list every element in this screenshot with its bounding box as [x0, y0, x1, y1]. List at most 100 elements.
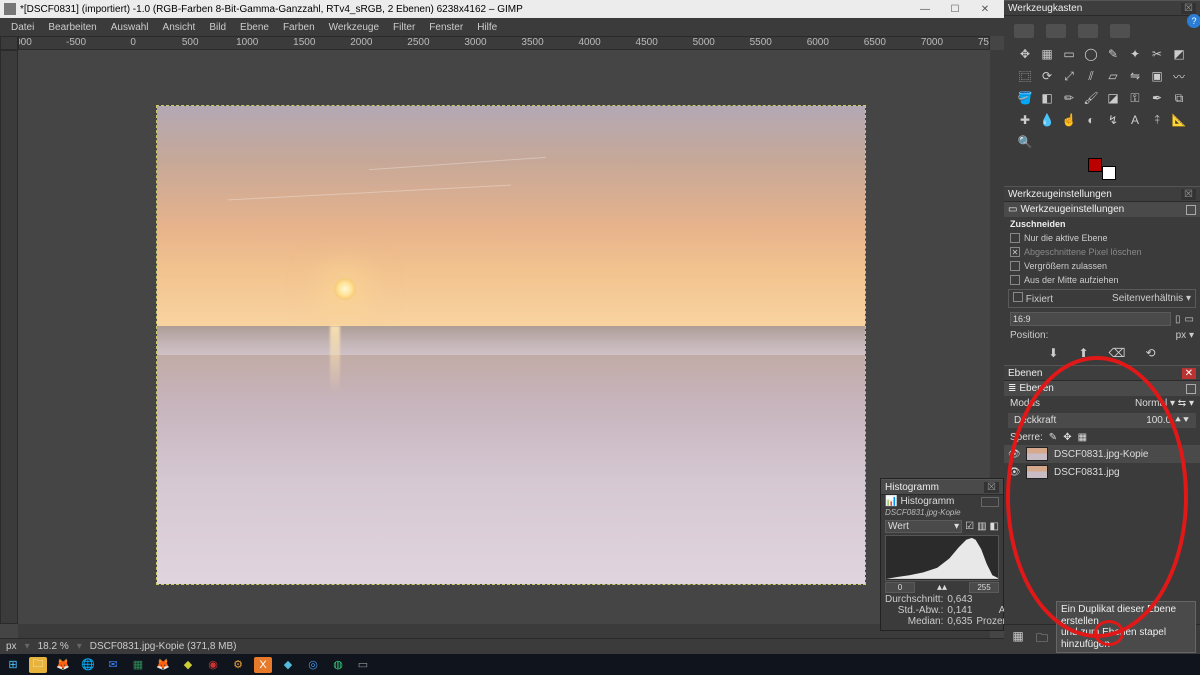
path-tool-icon[interactable]: ↯ [1103, 110, 1123, 130]
layers-close-icon[interactable]: ✕ [1182, 368, 1196, 379]
ruler-vertical[interactable] [0, 50, 18, 624]
menu-bearbeiten[interactable]: Bearbeiten [41, 20, 103, 35]
status-unit[interactable]: px [6, 641, 17, 652]
calc-icon[interactable]: ▦ [129, 657, 147, 673]
pencil-tool-icon[interactable]: ✏ [1059, 88, 1079, 108]
canvas[interactable] [18, 50, 990, 624]
clone-tool-icon[interactable]: ⧉ [1169, 88, 1189, 108]
color-picker-icon[interactable]: ⤉ [1147, 110, 1167, 130]
orientation-portrait-icon[interactable]: ▯ [1175, 314, 1181, 325]
layer-name[interactable]: DSCF0831.jpg-Kopie [1054, 449, 1149, 460]
save-preset-icon[interactable]: ⬇ [1048, 346, 1058, 360]
layer-row[interactable]: 👁 DSCF0831.jpg-Kopie [1004, 445, 1200, 463]
histogram-linear-icon[interactable]: ☑ [965, 521, 974, 532]
histogram-panel[interactable]: Histogramm ☒ 📊 Histogramm DSCF0831.jpg-K… [880, 478, 1004, 631]
close-button[interactable]: ✕ [970, 0, 1000, 18]
lock-position-icon[interactable]: ✥ [1063, 432, 1071, 443]
paintbrush-tool-icon[interactable]: 🖌 [1081, 88, 1101, 108]
opacity-value[interactable]: 100.0 ⯅⯆ [1146, 415, 1190, 426]
lock-alpha-icon[interactable]: ▦ [1078, 432, 1087, 443]
panel-menu-icon[interactable] [1186, 205, 1196, 215]
ruler-horizontal[interactable]: -1000-5000500100015002000250030003500400… [18, 36, 990, 50]
fuzzy-select-tool-icon[interactable]: ✦ [1125, 44, 1145, 64]
histogram-range-lo[interactable] [885, 582, 915, 593]
menu-bild[interactable]: Bild [202, 20, 233, 35]
from-center-checkbox[interactable] [1010, 275, 1020, 285]
cage-tool-icon[interactable]: ▣ [1147, 66, 1167, 86]
new-group-icon[interactable]: 🗀 [1034, 629, 1050, 650]
position-unit-select[interactable]: px ▾ [1176, 330, 1194, 341]
toolbox-tab-icon[interactable] [1078, 24, 1098, 38]
histogram-close-icon[interactable]: ☒ [984, 482, 999, 493]
aspect-ratio-input[interactable] [1010, 312, 1171, 326]
ruler-corner[interactable] [0, 36, 18, 50]
layers-title-bar[interactable]: Ebenen ✕ [1004, 365, 1200, 381]
dodge-tool-icon[interactable]: ◐ [1081, 110, 1101, 130]
crop-tool-icon[interactable]: ⿴ [1015, 66, 1035, 86]
title-bar[interactable]: *[DSCF0831] (importiert) -1.0 (RGB-Farbe… [0, 0, 1004, 18]
eraser-tool-icon[interactable]: ◪ [1103, 88, 1123, 108]
rotate-tool-icon[interactable]: ⟳ [1037, 66, 1057, 86]
tool-options-title[interactable]: Werkzeugeinstellungen ☒ [1004, 186, 1200, 202]
gimp-taskbar-icon[interactable]: 🦊 [154, 657, 172, 673]
histogram-plot[interactable] [885, 535, 999, 581]
orientation-landscape-icon[interactable]: ▭ [1185, 314, 1194, 325]
ellipse-select-tool-icon[interactable]: ◯ [1081, 44, 1101, 64]
toolbox-tab-icon[interactable] [1110, 24, 1130, 38]
fixed-mode-select[interactable]: Seitenverhältnis ▾ [1112, 293, 1191, 304]
warp-tool-icon[interactable]: 〰 [1169, 66, 1189, 86]
toolbox-tab-icon[interactable] [1046, 24, 1066, 38]
delete-preset-icon[interactable]: ⌫ [1109, 346, 1126, 360]
blend-mode-select[interactable]: Normal ▾ ⇆ ▾ [1135, 398, 1194, 409]
bucket-fill-icon[interactable]: 🪣 [1015, 88, 1035, 108]
allow-grow-checkbox[interactable] [1010, 261, 1020, 271]
minimize-button[interactable]: — [910, 0, 940, 18]
histogram-title[interactable]: Histogramm ☒ [881, 479, 1003, 495]
maximize-button[interactable]: ☐ [940, 0, 970, 18]
shear-tool-icon[interactable]: ⫽ [1081, 66, 1101, 86]
histogram-log-icon[interactable]: ▥ [977, 521, 986, 532]
menu-ansicht[interactable]: Ansicht [156, 20, 203, 35]
app-icon[interactable]: ◎ [304, 657, 322, 673]
blur-tool-icon[interactable]: 💧 [1037, 110, 1057, 130]
scrollbar-horizontal[interactable] [18, 624, 990, 638]
menu-farben[interactable]: Farben [276, 20, 322, 35]
flip-tool-icon[interactable]: ⇋ [1125, 66, 1145, 86]
tool-options-close-icon[interactable]: ☒ [1181, 189, 1196, 200]
free-select-tool-icon[interactable]: ✎ [1103, 44, 1123, 64]
ink-tool-icon[interactable]: ✒ [1147, 88, 1167, 108]
app-icon[interactable]: ◆ [179, 657, 197, 673]
bg-color-swatch[interactable] [1102, 166, 1116, 180]
menu-datei[interactable]: Datei [4, 20, 41, 35]
toolbox-tab-icon[interactable] [1014, 24, 1034, 38]
range-slider-icon[interactable]: ▴▴ [915, 582, 969, 593]
histogram-range-hi[interactable] [969, 582, 999, 593]
status-zoom[interactable]: 18.2 % [38, 641, 69, 652]
delete-cropped-checkbox[interactable]: ✕ [1010, 247, 1020, 257]
layers-menu-icon[interactable] [1186, 384, 1196, 394]
visibility-icon[interactable]: 👁 [1008, 449, 1020, 460]
lock-pixels-icon[interactable]: ✎ [1049, 432, 1057, 443]
menu-auswahl[interactable]: Auswahl [104, 20, 156, 35]
tool-options-tab[interactable]: ▭ Werkzeugeinstellungen [1004, 202, 1200, 217]
app-icon[interactable]: ◆ [279, 657, 297, 673]
airbrush-tool-icon[interactable]: ⚿ [1125, 88, 1145, 108]
move-tool-icon[interactable]: ✥ [1015, 44, 1035, 64]
windows-taskbar[interactable]: ⊞ 🗀 🦊 🌐 ✉ ▦ 🦊 ◆ ◉ ⚙ X ◆ ◎ ◍ ▭ [0, 654, 1200, 675]
app-icon[interactable]: X [254, 657, 272, 673]
smudge-tool-icon[interactable]: ☝ [1059, 110, 1079, 130]
layer-row[interactable]: 👁 DSCF0831.jpg [1004, 463, 1200, 481]
image-bounds[interactable] [156, 105, 866, 585]
app-icon[interactable]: ⚙ [229, 657, 247, 673]
menu-werkzeuge[interactable]: Werkzeuge [322, 20, 386, 35]
new-layer-icon[interactable]: ▦ [1010, 629, 1026, 650]
menu-ebene[interactable]: Ebene [233, 20, 276, 35]
app-icon[interactable]: ◍ [329, 657, 347, 673]
scissors-tool-icon[interactable]: ✂ [1147, 44, 1167, 64]
visibility-icon[interactable]: 👁 [1008, 467, 1020, 478]
restore-preset-icon[interactable]: ⬆ [1078, 346, 1088, 360]
menu-filter[interactable]: Filter [386, 20, 422, 35]
histogram-tab[interactable]: 📊 Histogramm [881, 495, 1003, 508]
firefox-icon[interactable]: 🦊 [54, 657, 72, 673]
measure-tool-icon[interactable]: 📐 [1169, 110, 1189, 130]
